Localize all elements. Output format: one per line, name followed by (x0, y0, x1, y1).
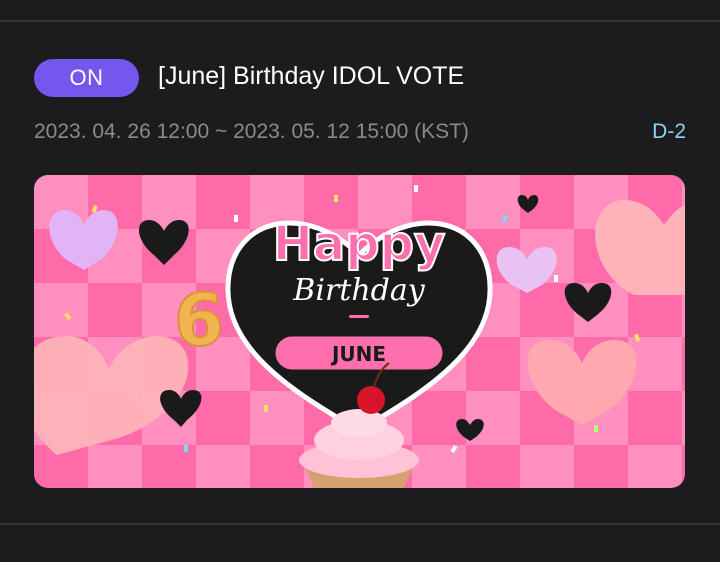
heart-black-top-right (517, 195, 539, 213)
month-label: JUNE (330, 342, 386, 366)
dday-badge: D-2 (652, 120, 686, 143)
heart-lavender (49, 210, 118, 270)
bottom-divider (0, 523, 720, 525)
vote-title[interactable]: [June] Birthday IDOL VOTE (158, 62, 464, 91)
number-six: 6 (174, 278, 224, 362)
heart-balloon-right-mid (527, 340, 637, 425)
vote-card[interactable]: ON [June] Birthday IDOL VOTE 2023. 04. 2… (0, 22, 720, 523)
status-badge: ON (34, 59, 139, 97)
heart-black-right (564, 283, 612, 322)
banner-subline: Birthday (292, 273, 425, 308)
heart-black-right-small (456, 419, 484, 441)
heart-balloon-right-top (595, 200, 685, 295)
heart-lavender-right (496, 247, 557, 293)
banner-art: 6 Happy Birthday JUNE (34, 185, 685, 488)
heart-black-bottom-left (160, 390, 202, 427)
banner-headline: Happy (273, 216, 446, 272)
vote-banner-image[interactable]: 6 Happy Birthday JUNE (34, 175, 685, 488)
heart-black-small (138, 220, 189, 265)
vote-period: 2023. 04. 26 12:00 ~ 2023. 05. 12 15:00 … (34, 120, 469, 143)
